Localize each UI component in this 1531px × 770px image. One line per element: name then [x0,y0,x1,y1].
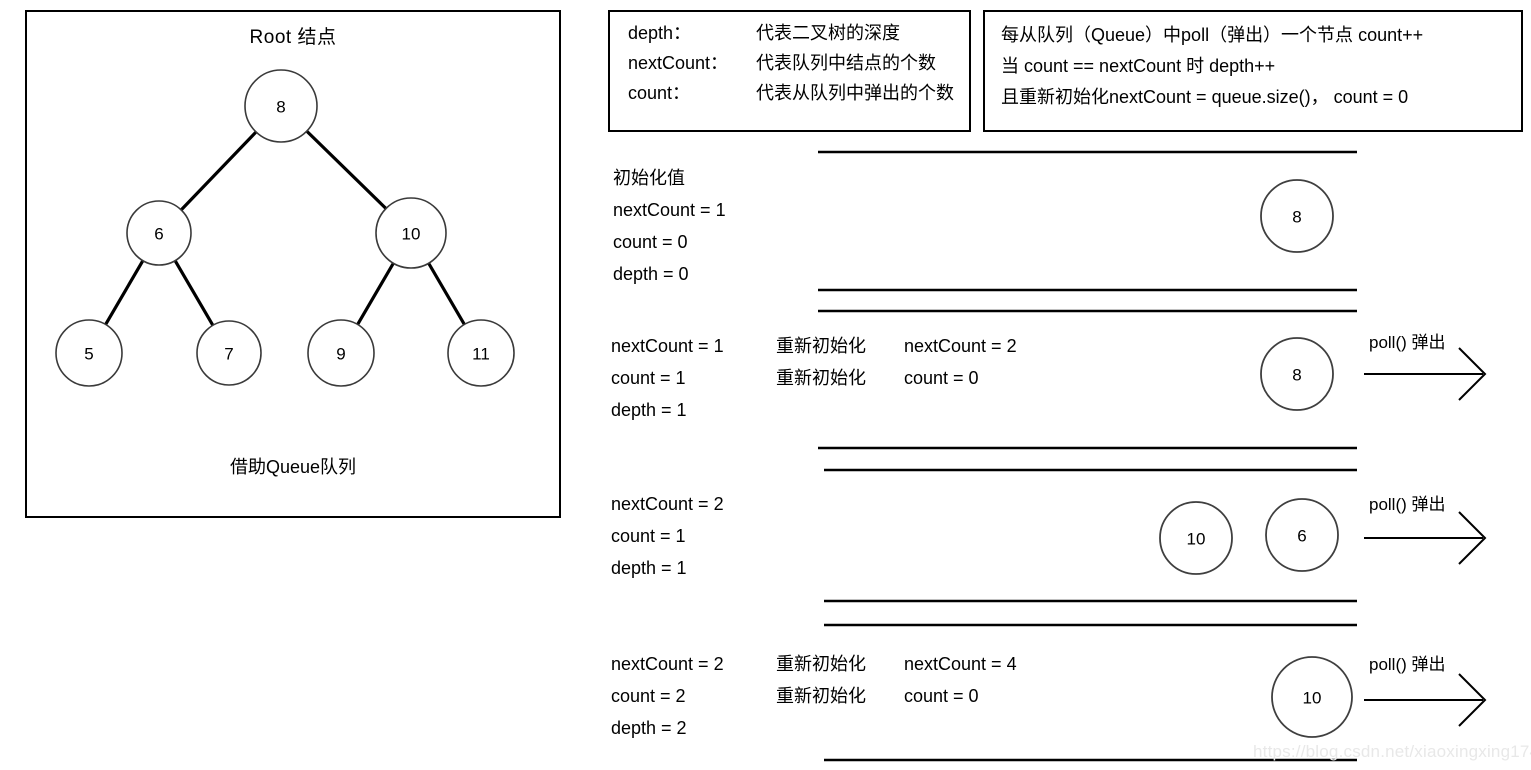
tree-edge-n8-n10 [303,128,389,212]
tree-edge-n10-n11 [426,259,467,328]
stat-reinit-label: 重新初始化 [776,336,866,356]
stat-value-primary: nextCount = 1 [611,336,724,356]
variable-legend-value: 代表队列中结点的个数 [756,53,936,73]
queue-node-10: 10 [1159,501,1233,575]
stat-reinit-label: 重新初始化 [776,368,866,388]
step-3-poll-label: poll() 弹出 [1369,655,1446,674]
stat-value-reinitialized [904,712,1017,744]
tree-node-label: 10 [402,225,421,244]
tree-node-label: 7 [224,345,233,364]
queue-node-label: 10 [1187,530,1206,549]
variable-legend-key: nextCount： [628,53,729,73]
binary-tree-panel: Root 结点 8 6 10 5 7 9 11 借助Queue队列 [25,10,561,518]
tree-edge-n10-n9 [355,259,396,328]
stat-value-reinitialized: count = 0 [904,686,979,706]
variable-legend-row: nextCount： 代表队列中结点的个数 [610,54,969,72]
tree-node-label: 9 [336,345,345,364]
stat-value-primary: nextCount = 2 [611,494,724,514]
algorithm-rule-line: 每从队列（Queue）中poll（弹出）一个节点 count++ [1001,25,1424,45]
tree-edge-n6-n7 [172,257,216,329]
variable-legend-row: depth： 代表二叉树的深度 [610,24,969,42]
algorithm-rules-box: 每从队列（Queue）中poll（弹出）一个节点 count++ 当 count … [983,10,1523,132]
variable-legend-value: 代表二叉树的深度 [756,23,900,43]
stat-reinit-label [776,552,904,584]
stat-reinit-label [778,226,906,258]
queue-node-label: 8 [1292,366,1301,385]
stat-value-primary: count = 2 [611,686,686,706]
poll-arrow [1364,511,1487,565]
stat-value-primary: depth = 1 [611,558,687,578]
queue-node-6: 6 [1265,498,1339,572]
step-3-stat-grid: nextCount = 2 重新初始化 nextCount = 4 count = 2… [611,648,1017,744]
stat-value-reinitialized [904,394,1017,426]
stat-value-reinitialized: nextCount = 2 [904,336,1017,356]
stat-value-primary: nextCount = 1 [613,200,726,220]
watermark-text: https://blog.csdn.net/xiaoxingxing1744 [1253,742,1531,761]
tree-panel-footer: 借助Queue队列 [229,457,357,477]
tree-node-7: 7 [196,320,262,386]
step-1-stat-grid: nextCount = 1 重新初始化 nextCount = 2 count = 1… [611,330,1017,426]
queue-node-8: 8 [1260,337,1334,411]
variable-legend-key: depth： [628,23,692,43]
queue-circle-group: 8 8 10 6 10 [1159,179,1353,738]
stat-value-primary: nextCount = 2 [611,654,724,674]
stat-reinit-label: 重新初始化 [776,686,866,706]
tree-node-9: 9 [307,319,375,387]
queue-node-label: 8 [1292,208,1301,227]
step-1-poll-label: poll() 弹出 [1369,333,1446,352]
tree-node-5: 5 [55,319,123,387]
variable-legend-box: depth： 代表二叉树的深度 nextCount： 代表队列中结点的个数 count：… [608,10,971,132]
stat-value-reinitialized: count = 0 [904,368,979,388]
stat-value-primary: depth = 2 [611,718,687,738]
variable-legend-row: count： 代表从队列中弹出的个数 [610,84,969,102]
stat-reinit-label: 重新初始化 [776,654,866,674]
tree-graphic: 8 6 10 5 7 9 11 [55,69,515,387]
stat-reinit-label [776,520,904,552]
queue-node-8: 8 [1260,179,1334,253]
algorithm-rule-line: 且重新初始化nextCount = queue.size()， count = … [1001,87,1409,107]
tree-node-label: 8 [276,98,285,117]
stat-reinit-label [778,194,906,226]
tree-node-label: 5 [84,345,93,364]
stat-reinit-label [776,488,904,520]
tree-node-10: 10 [375,197,447,269]
tree-edge-n8-n6 [178,128,260,213]
tree-node-label: 6 [154,225,163,244]
stat-reinit-label [778,258,906,290]
step-1-stats: nextCount = 1 重新初始化 nextCount = 2 count = 1… [611,330,1017,426]
stat-reinit-label [776,394,904,426]
poll-arrow [1364,673,1487,727]
step-0-stats: 初始化值 nextCount = 1 count = 0 depth = 0 [613,162,906,290]
tree-edge-n6-n5 [103,257,146,328]
stat-value-primary: depth = 0 [613,264,689,284]
step-3-stats: nextCount = 2 重新初始化 nextCount = 4 count = 2… [611,648,1017,744]
variable-legend-key: count： [628,83,691,103]
variable-legend-value: 代表从队列中弹出的个数 [756,83,954,103]
step-2-stats: nextCount = 2 count = 1 depth = 1 [611,488,904,584]
tree-node-11: 11 [447,319,515,387]
tree-node-label: 11 [472,345,490,364]
stat-value-reinitialized: nextCount = 4 [904,654,1017,674]
stat-value-primary: count = 0 [613,232,688,252]
poll-arrow [1364,347,1487,401]
stat-value-primary: count = 1 [611,526,686,546]
step-0-stat-grid: nextCount = 1 count = 0 depth = 0 [613,194,906,290]
tree-node-8: 8 [244,69,318,143]
step-2-poll-label: poll() 弹出 [1369,495,1446,514]
stat-value-primary: count = 1 [611,368,686,388]
step-0-heading: 初始化值 [613,168,685,188]
stat-reinit-label [776,712,904,744]
stat-value-primary: depth = 1 [611,400,687,420]
queue-node-label: 10 [1303,689,1322,708]
tree-node-group: 8 6 10 5 7 9 11 [55,69,515,387]
algorithm-rule-line: 当 count == nextCount 时 depth++ [1001,56,1276,76]
queue-node-label: 6 [1297,527,1306,546]
step-2-stat-grid: nextCount = 2 count = 1 depth = 1 [611,488,904,584]
tree-node-6: 6 [126,200,192,266]
queue-node-10: 10 [1271,656,1353,738]
diagram-canvas: Root 结点 8 6 10 5 7 9 11 借助Queue队列 depth： 代表二叉树的… [0,0,1531,770]
